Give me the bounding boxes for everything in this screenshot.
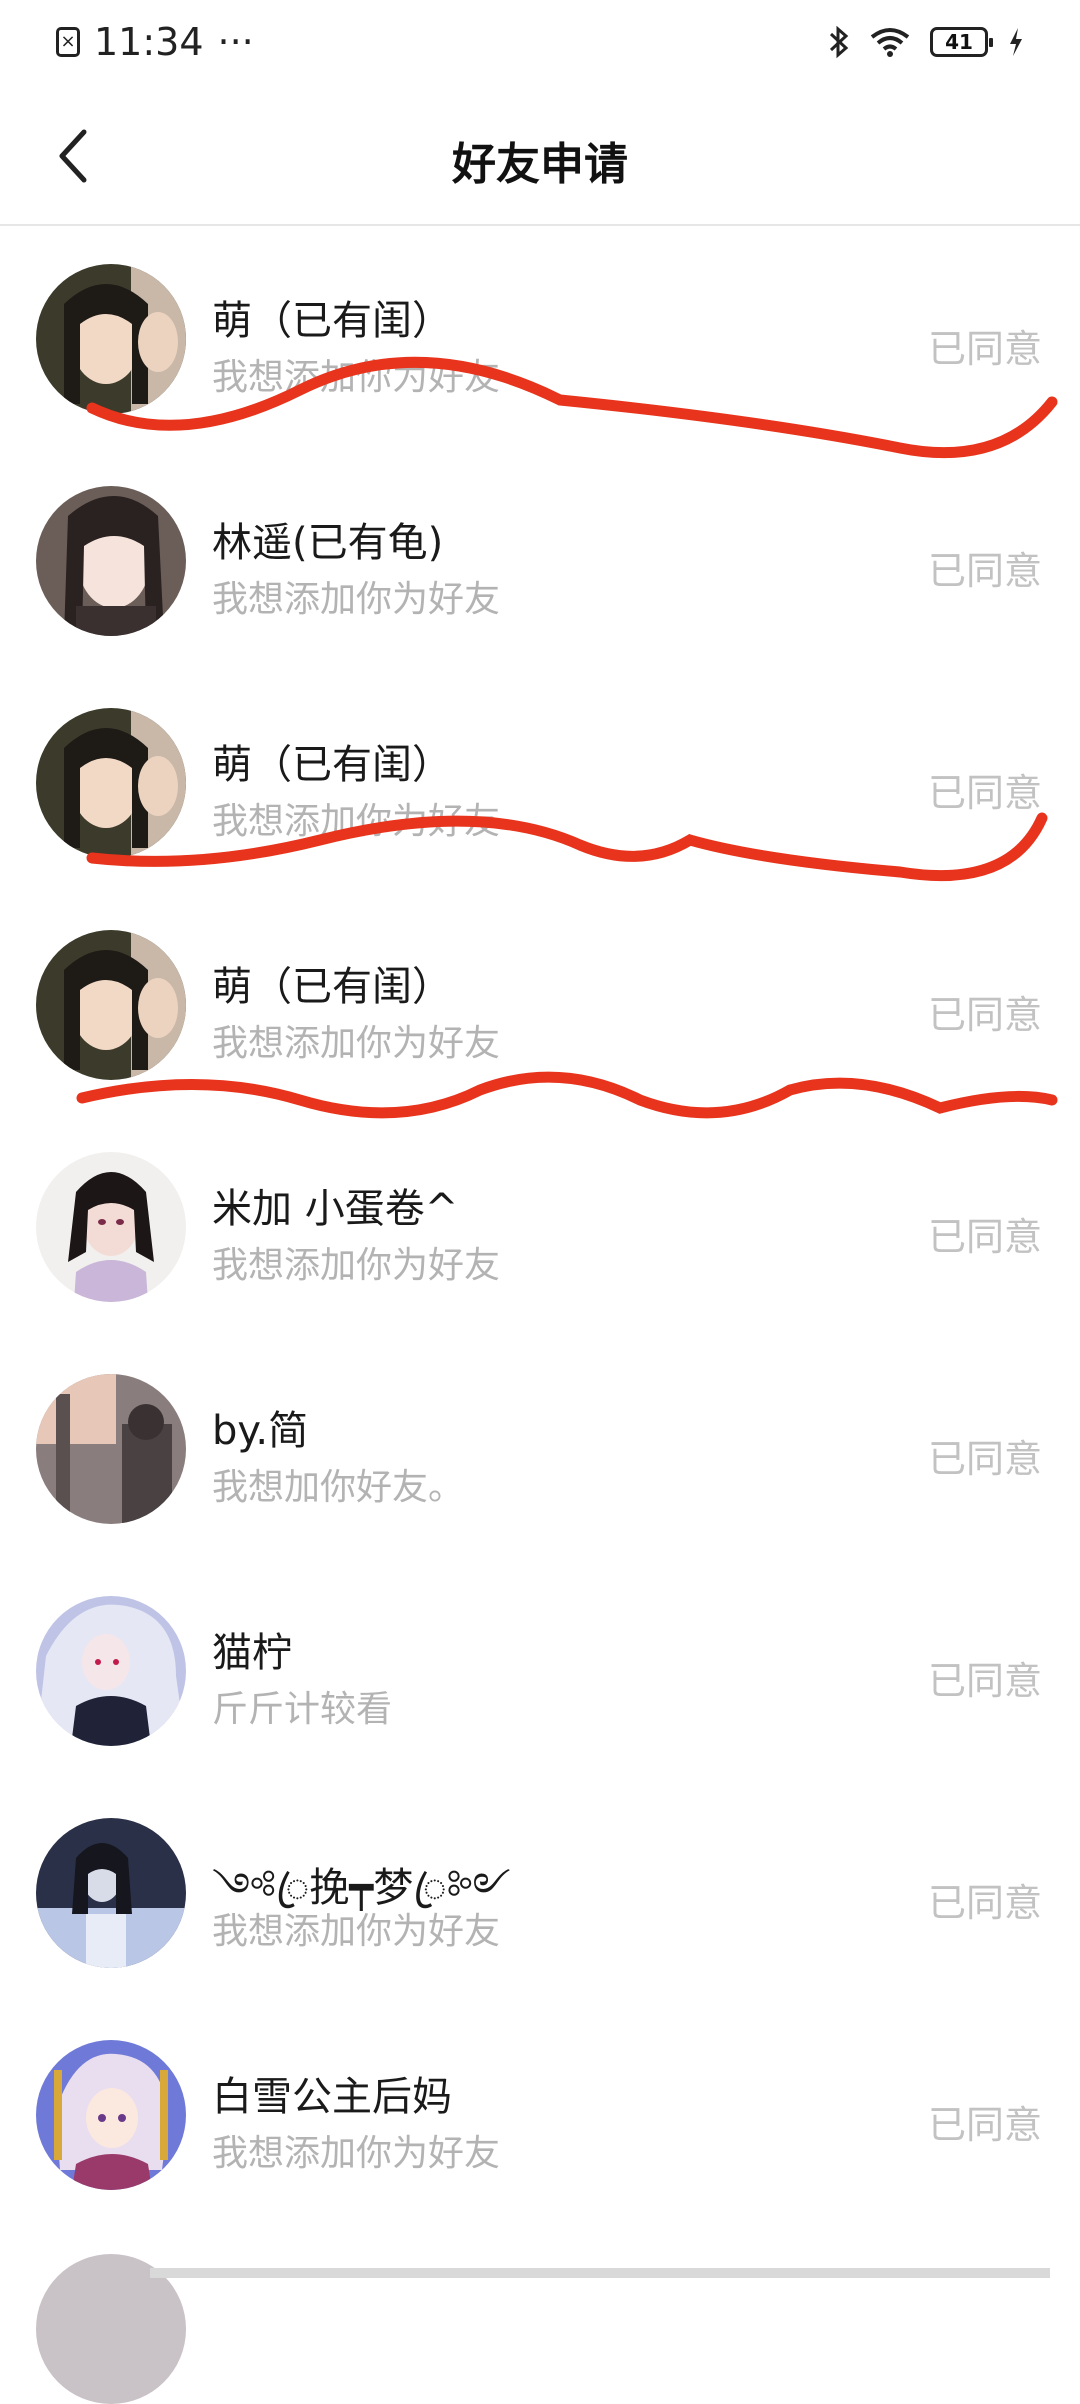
list-item[interactable]: 白雪公主后妈 我想添加你为好友 已同意 (0, 2002, 1080, 2224)
requester-name: 萌（已有闺） (212, 298, 452, 344)
status-left: × 11:34 ··· (56, 20, 254, 64)
avatar[interactable] (36, 1152, 186, 1302)
status-bar: × 11:34 ··· 41 (0, 0, 1080, 84)
bluetooth-icon (829, 25, 849, 59)
request-message: 我想添加你为好友 (212, 1023, 501, 1064)
status-badge: 已同意 (927, 549, 1042, 593)
status-time: 11:34 (94, 20, 204, 64)
requester-name: by.简 (212, 1408, 309, 1454)
avatar[interactable] (36, 1818, 186, 1968)
page-title: 好友申请 (452, 139, 628, 190)
request-message: 我想添加你为好友 (212, 801, 501, 842)
battery-icon: 41 (930, 27, 993, 57)
request-message: 我想添加你为好友 (212, 1911, 501, 1952)
avatar[interactable] (36, 2040, 186, 2190)
charging-icon (1010, 28, 1022, 56)
avatar[interactable] (36, 1374, 186, 1524)
request-message: 我想添加你为好友 (212, 1245, 501, 1286)
list-item[interactable]: 林遥(已有龟) 我想添加你为好友 已同意 (0, 448, 1080, 670)
requester-name: 萌（已有闺） (212, 964, 452, 1010)
status-badge: 已同意 (927, 1881, 1042, 1925)
requester-name: 米加 小蛋卷^ (212, 1186, 459, 1232)
requester-name: 猫柠 (212, 1630, 292, 1676)
status-badge: 已同意 (927, 993, 1042, 1037)
list-item[interactable]: 萌（已有闺） 我想添加你为好友 已同意 (0, 226, 1080, 448)
status-dots: ··· (217, 20, 254, 64)
partial-banner (150, 2268, 1050, 2278)
requester-name: 林遥(已有龟) (212, 520, 444, 566)
nav-bar: 好友申请 (0, 84, 1080, 226)
status-badge: 已同意 (927, 1437, 1042, 1481)
request-message: 我想加你好友。 (212, 1467, 465, 1508)
list-item[interactable]: 猫柠 斤斤计较看 已同意 (0, 1558, 1080, 1780)
avatar[interactable] (36, 708, 186, 858)
status-badge: 已同意 (927, 2103, 1042, 2147)
request-message: 斤斤计较看 (212, 1689, 393, 1730)
requester-name: 萌（已有闺） (212, 742, 452, 788)
status-badge: 已同意 (927, 1215, 1042, 1259)
status-badge: 已同意 (927, 327, 1042, 371)
status-badge: 已同意 (927, 771, 1042, 815)
status-badge: 已同意 (927, 1659, 1042, 1703)
list-item[interactable]: 米加 小蛋卷^ 我想添加你为好友 已同意 (0, 1114, 1080, 1336)
requester-name: 白雪公主后妈 (212, 2074, 452, 2120)
list-item[interactable]: 萌（已有闺） 我想添加你为好友 已同意 (0, 670, 1080, 892)
avatar[interactable] (36, 1596, 186, 1746)
avatar[interactable] (36, 264, 186, 414)
list-item-partial[interactable] (0, 2224, 1080, 2404)
friend-request-list: 萌（已有闺） 我想添加你为好友 已同意 林遥(已有龟) 我想添加你为好友 已同意… (0, 226, 1080, 2404)
list-item[interactable]: ༺ꦿ挽┯梦ꦿ༻ 我想添加你为好友 已同意 (0, 1780, 1080, 2002)
avatar[interactable] (36, 486, 186, 636)
status-right: 41 (828, 25, 1024, 59)
request-message: 我想添加你为好友 (212, 357, 501, 398)
list-item[interactable]: by.简 我想加你好友。 已同意 (0, 1336, 1080, 1558)
no-sim-icon: × (56, 27, 80, 57)
request-message: 我想添加你为好友 (212, 2133, 501, 2174)
list-item[interactable]: 萌（已有闺） 我想添加你为好友 已同意 (0, 892, 1080, 1114)
request-message: 我想添加你为好友 (212, 579, 501, 620)
wifi-icon (870, 28, 910, 57)
avatar[interactable] (36, 930, 186, 1080)
